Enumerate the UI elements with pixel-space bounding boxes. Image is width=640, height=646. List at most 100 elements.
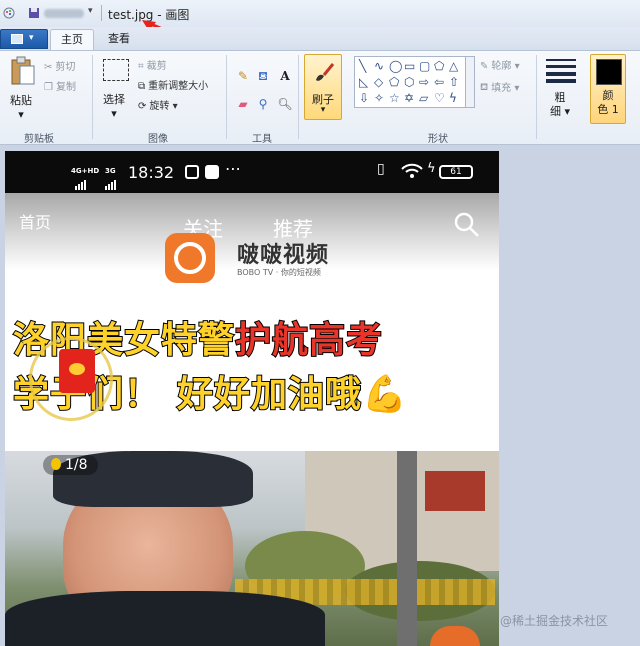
headline-part: 护航高考 (234, 319, 384, 362)
coin-icon (69, 363, 85, 375)
chevron-down-icon: ▾ (561, 105, 571, 118)
chevron-down-icon: ▾ (169, 101, 178, 112)
paste-icon[interactable] (10, 56, 36, 86)
shapes-gallery[interactable]: ╲ ∿ ◯ ▭ ▢ ⬠ △ ◺ ◇ ⬠ ⬡ ⇨ ⇦ ⇧ ⇩ ✧ ☆ ✡ ▱ ♡ … (354, 56, 466, 108)
crop-button[interactable]: ⌗ 裁剪 (138, 57, 167, 73)
status-time: 18:32 (128, 163, 175, 182)
size-label-2: 细 (550, 105, 561, 118)
brushes-button[interactable]: 刷子 ▾ (304, 54, 342, 120)
color-1-label-1: 颜 (602, 89, 614, 102)
tab-view[interactable]: 查看 (96, 29, 142, 50)
charging-icon: ϟ (427, 161, 436, 176)
lightning-shape-icon[interactable]: ϟ (449, 92, 457, 104)
save-icon[interactable] (28, 7, 40, 19)
size-button[interactable]: 粗细 ▾ (550, 91, 570, 119)
color-1-button[interactable]: 颜色 1 (590, 54, 626, 124)
ribbon: 粘贴 ▾ ✂ 剪切 ❐ 复制 剪贴板 选择 ▾ ⌗ 裁剪 ⧉ 重新调整大小 ⟳ 旋转 ▾ 图像… (0, 50, 640, 145)
eraser-icon[interactable]: ▰ (234, 95, 252, 113)
vibrate-icon: ▯ (377, 161, 385, 177)
star4-shape-icon[interactable]: ✧ (374, 92, 384, 104)
copy-button[interactable]: ❐ 复制 (44, 78, 76, 94)
shapes-group-label: 形状 (428, 134, 448, 145)
divider (92, 55, 93, 139)
cut-label: 剪切 (55, 62, 76, 73)
quick-access-toolbar[interactable] (44, 9, 84, 18)
text-tool-icon[interactable]: A (276, 67, 294, 85)
pentagon-shape-icon[interactable]: ⬠ (389, 76, 399, 88)
paint-app-icon[interactable] (3, 7, 15, 19)
star5-shape-icon[interactable]: ☆ (389, 92, 400, 104)
divider (536, 55, 537, 139)
paint-menu-button[interactable]: ▾ (0, 29, 48, 49)
network-3g-label: 3G (105, 167, 116, 175)
cut-button[interactable]: ✂ 剪切 (44, 58, 76, 74)
shape-outline-button[interactable]: ✎ 轮廓 ▾ (480, 57, 520, 73)
callout-shape-icon[interactable]: ▱ (419, 92, 428, 104)
battery-icon: 61 (439, 165, 473, 179)
resize-icon: ⧉ (138, 80, 146, 92)
counter-value: 1/8 (65, 457, 88, 473)
watermark: @稀土掘金技术社区 (500, 614, 609, 628)
pencil-tool-icon[interactable]: ✎ (234, 67, 252, 85)
arrow-left-shape-icon[interactable]: ⇦ (434, 76, 444, 88)
canvas-workspace[interactable]: 4G+HD 3G 18:32 ⋯ ▯ ϟ 61 首页 关注 推荐 啵啵视频 BO… (0, 145, 640, 646)
diamond-shape-icon[interactable]: ◇ (374, 76, 383, 88)
heart-shape-icon[interactable]: ♡ (434, 92, 445, 104)
hexagon-shape-icon[interactable]: ⬡ (404, 76, 414, 88)
headline-part: 好好加油哦 (176, 373, 363, 416)
logo-ring (174, 242, 206, 274)
select-button[interactable]: 选择 ▾ (103, 91, 125, 120)
flex-emoji-icon: 💪 (361, 373, 408, 416)
arrow-down-shape-icon[interactable]: ⇩ (359, 92, 369, 104)
right-triangle-shape-icon[interactable]: ◺ (359, 76, 368, 88)
select-icon (103, 59, 129, 81)
copy-label: 复制 (55, 82, 76, 93)
app-notification-icon (205, 165, 219, 179)
chevron-down-icon: ▾ (511, 83, 520, 94)
oval-shape-icon[interactable]: ◯ (389, 60, 402, 72)
paste-label: 粘贴 (10, 94, 32, 107)
chevron-down-icon: ▾ (320, 105, 326, 115)
resize-button[interactable]: ⧉ 重新调整大小 (138, 77, 209, 93)
video-photo: 1/8 (5, 451, 499, 646)
resize-label: 重新调整大小 (148, 81, 209, 92)
paste-button[interactable]: 粘贴 ▾ (10, 92, 32, 121)
rotate-button[interactable]: ⟳ 旋转 ▾ (138, 97, 178, 113)
rotate-label: 旋转 (149, 101, 170, 112)
polygon-shape-icon[interactable]: ⬠ (434, 60, 444, 72)
color-picker-icon[interactable]: ⚲ (254, 95, 272, 113)
magnifier-icon[interactable]: 🔍︎ (276, 95, 294, 113)
curve-shape-icon[interactable]: ∿ (374, 60, 384, 72)
color-1-swatch (596, 59, 622, 85)
star6-shape-icon[interactable]: ✡ (404, 92, 414, 104)
outline-icon: ✎ (480, 60, 489, 72)
color-1-label-2: 色 1 (597, 103, 619, 116)
customize-qat-dropdown-icon[interactable]: ▾ (88, 6, 93, 16)
image-group-label: 图像 (148, 134, 168, 145)
triangle-shape-icon[interactable]: △ (449, 60, 458, 72)
tab-home[interactable]: 主页 (50, 29, 94, 50)
signal-bars-icon (105, 177, 117, 190)
line-shape-icon[interactable]: ╲ (359, 60, 366, 72)
tools-group-label: 工具 (252, 134, 272, 145)
arrow-up-shape-icon[interactable]: ⇧ (449, 76, 459, 88)
clipboard-group-label: 剪贴板 (24, 134, 54, 145)
fill-bucket-icon[interactable]: ⛾ (254, 67, 272, 85)
logo-subtitle: BOBO TV · 你的短视频 (237, 268, 321, 277)
rectangle-shape-icon[interactable]: ▭ (404, 60, 415, 72)
logo-name: 啵啵视频 (237, 243, 330, 268)
scissors-icon: ✂ (44, 61, 53, 73)
canvas-image[interactable]: 4G+HD 3G 18:32 ⋯ ▯ ϟ 61 首页 关注 推荐 啵啵视频 BO… (5, 151, 499, 646)
more-icon: ⋯ (225, 159, 241, 178)
search-icon (454, 212, 479, 237)
chevron-down-icon: ▾ (29, 33, 34, 43)
color-1-label: 颜色 1 (591, 89, 625, 117)
reward-counter: 1/8 (43, 455, 98, 475)
signal-bars-icon (75, 177, 87, 190)
shapes-scrollbar[interactable] (466, 56, 475, 108)
divider (226, 55, 227, 139)
ribbon-tab-strip: ▾ 主页 查看 (0, 27, 640, 50)
shape-fill-button[interactable]: ⛾ 填充 ▾ (480, 79, 519, 95)
rounded-rect-shape-icon[interactable]: ▢ (419, 60, 430, 72)
arrow-right-shape-icon[interactable]: ⇨ (419, 76, 429, 88)
